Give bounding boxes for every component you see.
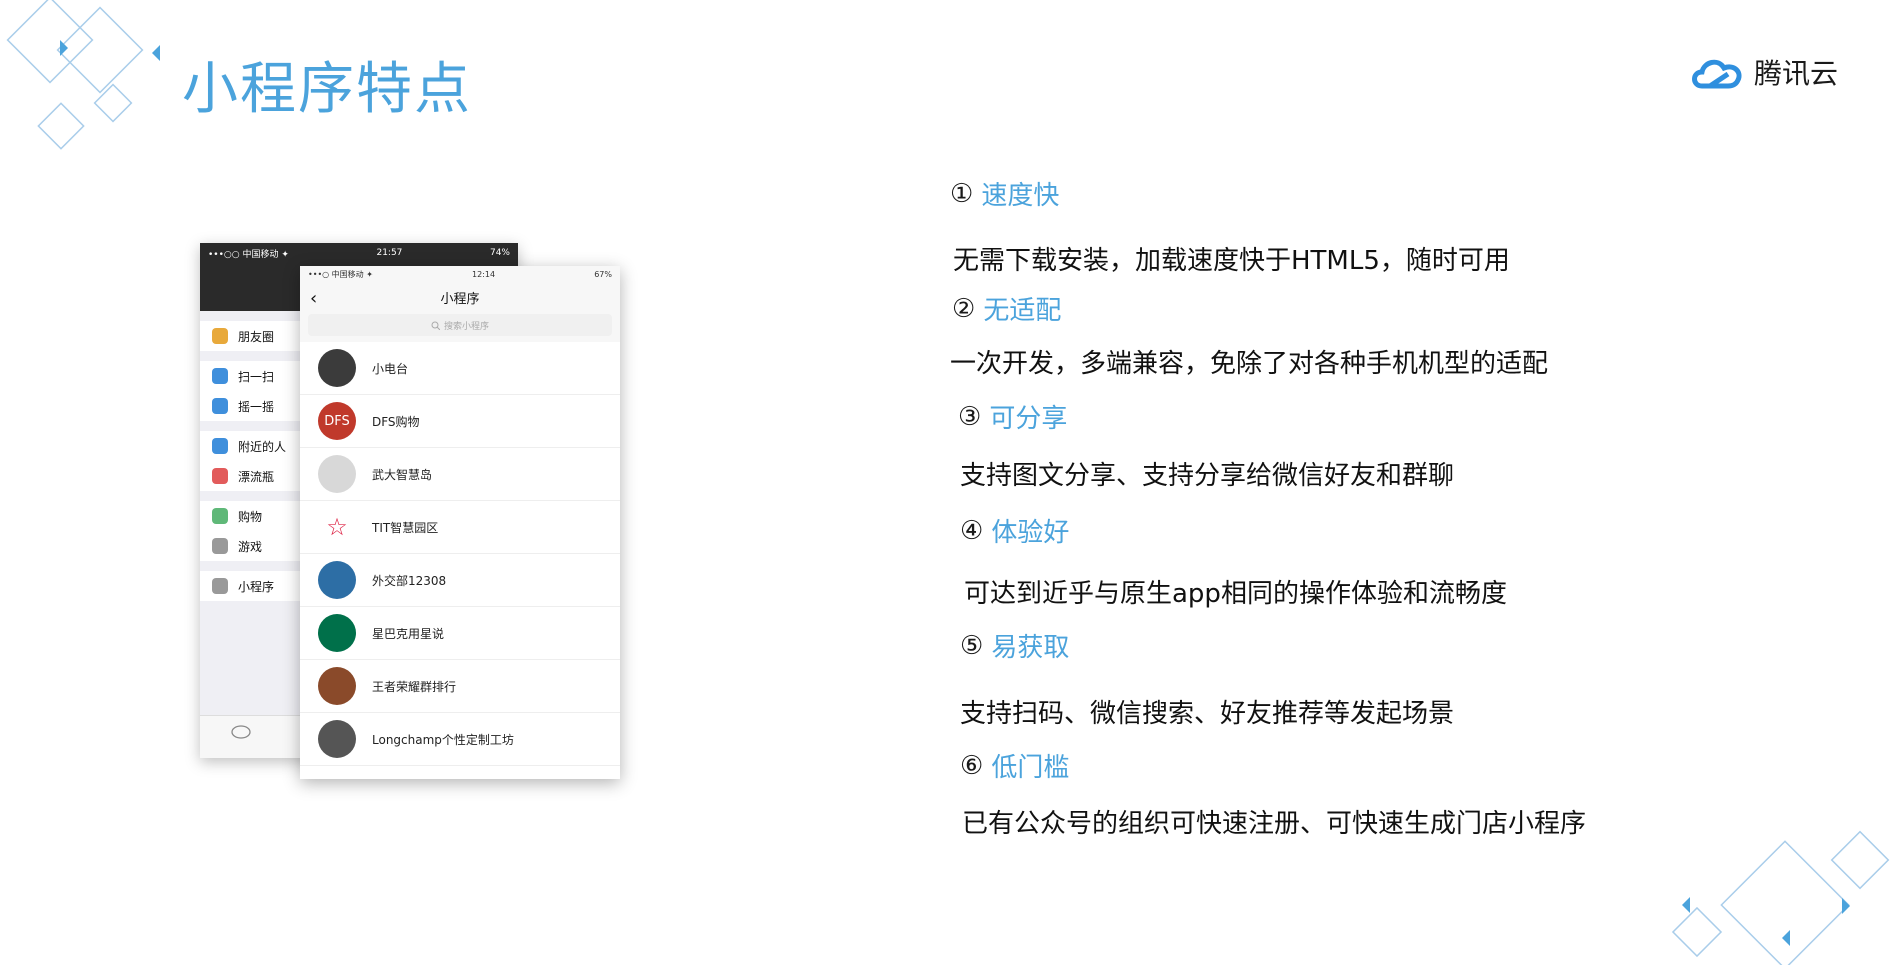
- feature-description: 支持扫码、微信搜索、好友推荐等发起场景: [960, 699, 1455, 729]
- feature-title: 体验好: [991, 518, 1070, 548]
- nav-bar: ‹ 小程序: [300, 282, 620, 312]
- status-time: 12:14: [472, 269, 496, 279]
- search-placeholder: 搜索小程序: [443, 321, 489, 332]
- miniprogram-avatar: [318, 455, 356, 493]
- game-icon: [212, 538, 228, 554]
- feature-heading: ③ 可分享: [958, 398, 1067, 435]
- miniprogram-item[interactable]: DFS DFS购物: [300, 395, 620, 448]
- feature-number: ④: [960, 515, 984, 546]
- slide-title: 小程序特点: [182, 57, 472, 122]
- miniprogram-label: Longchamp个性定制工坊: [372, 732, 514, 747]
- feature-title: 无适配: [983, 296, 1062, 326]
- scan-icon: [212, 368, 228, 384]
- miniprogram-avatar: [318, 561, 356, 599]
- feature-number: ⑥: [960, 750, 984, 781]
- discover-item-label: 摇一摇: [238, 399, 275, 414]
- miniprogram-label: 小电台: [372, 361, 409, 376]
- feature-description: 支持图文分享、支持分享给微信好友和群聊: [960, 461, 1455, 491]
- discover-item-label: 购物: [238, 509, 263, 524]
- feature-title: 低门槛: [991, 753, 1070, 783]
- search-icon: [431, 321, 440, 330]
- miniprogram-label: DFS购物: [372, 414, 420, 429]
- miniprogram-avatar: [318, 720, 356, 758]
- features-panel: ① 速度快无需下载安装，加载速度快于HTML5，随时可用 ② 无适配一次开发，多端兼容…: [950, 0, 1810, 965]
- bottle-icon: [212, 468, 228, 484]
- miniprogram-avatar: ☆: [318, 508, 356, 546]
- miniprogram-avatar: DFS: [318, 402, 356, 440]
- feature-title: 速度快: [981, 181, 1060, 211]
- moments-icon: [212, 328, 228, 344]
- carrier: •••○ 中国移动 ✦: [308, 269, 373, 279]
- miniprogram-avatar: [318, 614, 356, 652]
- discover-item-label: 漂流瓶: [238, 469, 275, 484]
- feature-heading: ⑥ 低门槛: [960, 747, 1069, 784]
- miniprogram-item[interactable]: 星巴克用星说: [300, 607, 620, 660]
- feature-title: 可分享: [989, 404, 1068, 434]
- feature-number: ③: [958, 401, 982, 432]
- miniprogram-icon: [212, 578, 228, 594]
- battery: 74%: [489, 248, 510, 258]
- search-input[interactable]: 搜索小程序: [308, 314, 612, 336]
- status-bar: •••○ 中国移动 ✦ 12:14 67%: [300, 266, 620, 282]
- nav-title: 小程序: [440, 291, 480, 307]
- miniprogram-avatar: [318, 667, 356, 705]
- miniprogram-item[interactable]: 外交部12308: [300, 554, 620, 607]
- back-arrow-icon[interactable]: ‹: [310, 288, 317, 309]
- feature-title: 易获取: [991, 633, 1070, 663]
- miniprogram-item[interactable]: 小电台: [300, 342, 620, 395]
- discover-item-label: 游戏: [238, 539, 263, 554]
- feature-heading: ④ 体验好: [960, 512, 1069, 549]
- feature-number: ①: [950, 178, 974, 209]
- discover-item-label: 朋友圈: [238, 329, 275, 344]
- carrier: •••○○ 中国移动 ✦: [208, 249, 289, 260]
- feature-description: 无需下载安装，加载速度快于HTML5，随时可用: [953, 246, 1510, 276]
- miniprogram-item[interactable]: ☆ TIT智慧园区: [300, 501, 620, 554]
- search-wrap: 搜索小程序: [300, 312, 620, 342]
- feature-number: ⑤: [960, 630, 984, 661]
- miniprogram-item[interactable]: 王者荣耀群排行: [300, 660, 620, 713]
- miniprogram-label: 星巴克用星说: [372, 626, 445, 641]
- feature-heading: ① 速度快: [950, 175, 1059, 212]
- chat-bubble-icon: [231, 725, 251, 739]
- feature-description: 已有公众号的组织可快速注册、可快速生成门店小程序: [962, 809, 1587, 839]
- feature-description: 一次开发，多端兼容，免除了对各种手机机型的适配: [950, 349, 1549, 379]
- miniprogram-item[interactable]: 武大智慧岛: [300, 448, 620, 501]
- decoration-top-left: [6, 0, 160, 150]
- feature-heading: ⑤ 易获取: [960, 627, 1069, 664]
- discover-item-label: 小程序: [238, 579, 275, 594]
- miniprogram-label: 武大智慧岛: [372, 467, 433, 482]
- feature-description: 可达到近乎与原生app相同的操作体验和流畅度: [964, 579, 1507, 609]
- miniprogram-item[interactable]: Longchamp个性定制工坊: [300, 713, 620, 766]
- nearby-icon: [212, 438, 228, 454]
- miniprogram-list: 小电台 DFS DFS购物武大智慧岛 ☆ TIT智慧园区 外交部12308 星巴克用星说 王者…: [300, 342, 620, 766]
- miniprogram-avatar: [318, 349, 356, 387]
- shopping-icon: [212, 508, 228, 524]
- phone-screenshot-miniprogram: •••○ 中国移动 ✦ 12:14 67% ‹ 小程序 搜索小程序 小电台 DFS…: [300, 266, 620, 779]
- feature-heading: ② 无适配: [952, 290, 1061, 327]
- miniprogram-label: TIT智慧园区: [372, 520, 439, 535]
- miniprogram-label: 外交部12308: [372, 573, 447, 588]
- status-time: 21:57: [376, 248, 403, 258]
- discover-item-label: 附近的人: [238, 439, 287, 454]
- miniprogram-label: 王者荣耀群排行: [372, 679, 457, 694]
- shake-icon: [212, 398, 228, 414]
- battery: 67%: [594, 269, 612, 279]
- feature-number: ②: [952, 293, 976, 324]
- discover-item-label: 扫一扫: [238, 369, 275, 384]
- status-bar: •••○○ 中国移动 ✦ 21:57 74%: [200, 243, 518, 263]
